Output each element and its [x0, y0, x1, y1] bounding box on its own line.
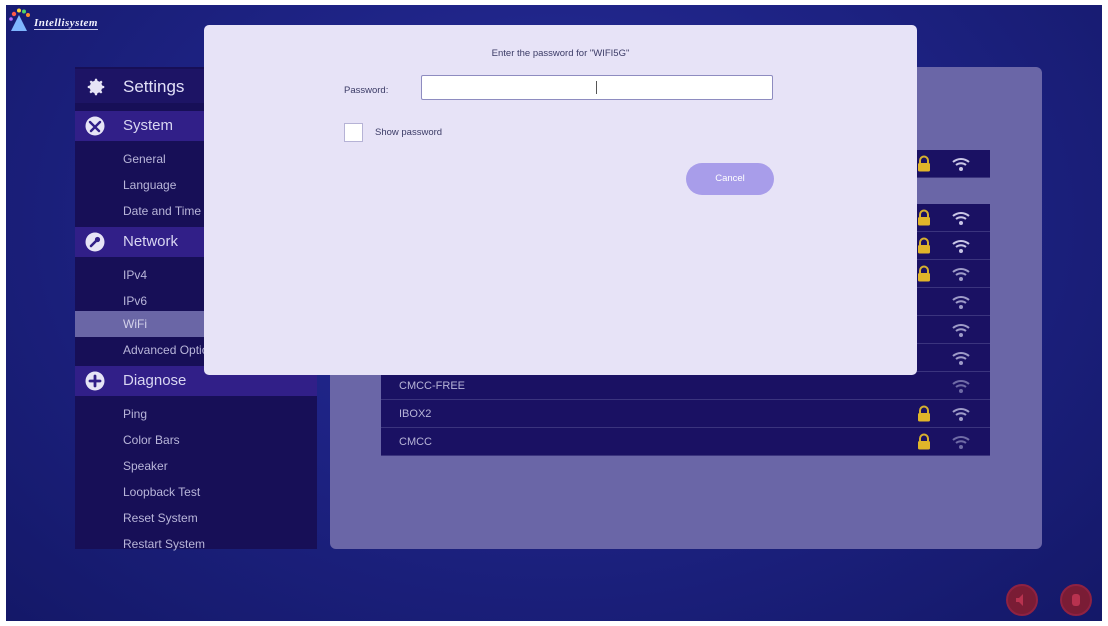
- screen: Intellisystem Settings System General La…: [6, 5, 1102, 621]
- sidebar-item-color-bars[interactable]: Color Bars: [75, 427, 317, 453]
- wifi-signal-icon: [952, 324, 970, 337]
- hand-icon: [1072, 594, 1080, 606]
- logo-icon: [9, 8, 30, 31]
- wifi-signal-icon: [952, 158, 970, 171]
- wifi-network-row[interactable]: CMCC-FREE: [381, 372, 990, 400]
- wifi-network-row[interactable]: CMCC: [381, 428, 990, 456]
- text-caret: [596, 81, 597, 94]
- wifi-signal-icon: [952, 408, 970, 421]
- sidebar-item-label: Date and Time: [123, 204, 202, 218]
- logo-text: Intellisystem: [34, 17, 98, 30]
- lock-icon: [918, 265, 930, 282]
- sidebar-item-label: Speaker: [123, 459, 168, 473]
- sidebar-item-label: General: [123, 152, 166, 166]
- sidebar-item-label: Language: [123, 178, 177, 192]
- speaker-icon: [1016, 594, 1023, 606]
- lock-icon: [918, 155, 930, 172]
- sidebar-item-label: Restart System: [123, 537, 206, 551]
- sidebar-item-label: Ping: [123, 407, 148, 421]
- sidebar-item-label: WiFi: [123, 317, 147, 331]
- wifi-signal-icon: [952, 240, 970, 253]
- cancel-button[interactable]: Cancel: [686, 163, 774, 195]
- volume-button[interactable]: [1006, 584, 1038, 616]
- brand-logo: Intellisystem: [8, 7, 118, 33]
- sidebar-item-label: Loopback Test: [123, 485, 201, 499]
- sidebar-item-label: Reset System: [123, 511, 198, 525]
- wifi-network-row[interactable]: IBOX2: [381, 400, 990, 428]
- password-dialog: Enter the password for "WIFI5G" Password…: [204, 25, 917, 375]
- sidebar-item-label: IPv6: [123, 294, 148, 308]
- lock-icon: [918, 237, 930, 254]
- sidebar-item-loopback-test[interactable]: Loopback Test: [75, 479, 317, 505]
- dialog-title: Enter the password for "WIFI5G": [491, 48, 630, 59]
- wifi-signal-icon: [952, 212, 970, 225]
- tools-icon: [85, 116, 105, 136]
- settings-title: Settings: [123, 77, 185, 96]
- password-input[interactable]: [421, 75, 773, 100]
- gear-icon: [87, 78, 105, 96]
- password-label: Password:: [344, 85, 389, 96]
- wifi-signal-icon: [952, 380, 970, 393]
- sidebar-item-label: Color Bars: [123, 433, 180, 447]
- wifi-signal-icon: [952, 352, 970, 365]
- sidebar-item-speaker[interactable]: Speaker: [75, 453, 317, 479]
- network-name: IBOX2: [399, 408, 432, 420]
- wifi-signal-icon: [952, 436, 970, 449]
- lock-icon: [918, 209, 930, 226]
- section-network-label: Network: [123, 233, 179, 250]
- sidebar-item-restart-system[interactable]: Restart System: [75, 531, 317, 557]
- sidebar-item-ping[interactable]: Ping: [75, 401, 317, 427]
- section-diagnose-label: Diagnose: [123, 372, 187, 389]
- section-system-label: System: [123, 117, 174, 134]
- wifi-signal-icon: [952, 268, 970, 281]
- network-name: CMCC: [399, 436, 432, 448]
- lock-icon: [918, 433, 930, 450]
- lock-icon: [918, 405, 930, 422]
- show-password-label[interactable]: Show password: [375, 127, 442, 138]
- sidebar-item-reset-system[interactable]: Reset System: [75, 505, 317, 531]
- sidebar-item-label: IPv4: [123, 268, 148, 282]
- plus-icon: [85, 371, 105, 391]
- power-button[interactable]: [1060, 584, 1092, 616]
- network-name: CMCC-FREE: [399, 380, 465, 392]
- wifi-signal-icon: [952, 296, 970, 309]
- wrench-icon: [85, 232, 105, 252]
- show-password-checkbox[interactable]: [344, 123, 363, 142]
